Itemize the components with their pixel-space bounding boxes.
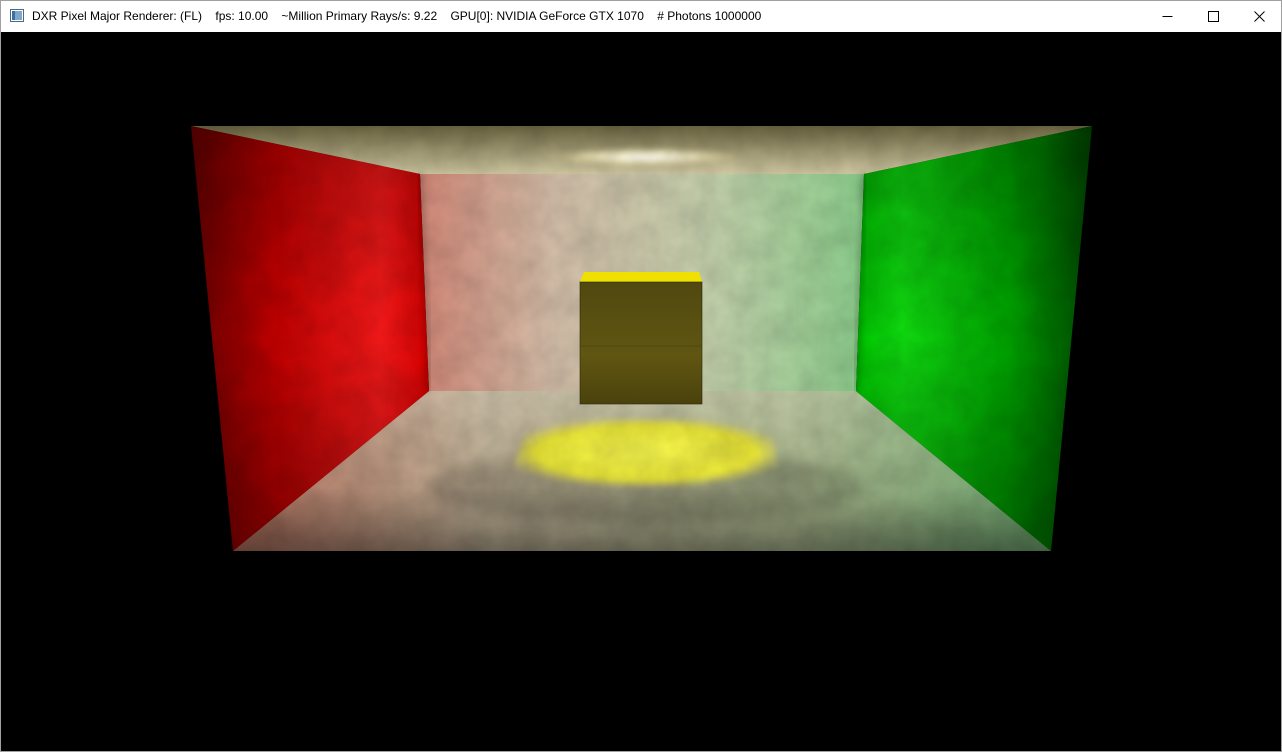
maximize-icon xyxy=(1207,11,1219,22)
close-icon xyxy=(1253,11,1265,22)
title-bar[interactable]: DXR Pixel Major Renderer: (FL) fps: 10.0… xyxy=(1,1,1281,32)
window-title: DXR Pixel Major Renderer: (FL) fps: 10.0… xyxy=(32,9,762,23)
cornell-box-render xyxy=(191,126,1092,551)
app-window: DXR Pixel Major Renderer: (FL) fps: 10.0… xyxy=(0,0,1282,752)
cube-top xyxy=(580,272,702,282)
cube xyxy=(580,282,702,404)
maximize-button[interactable] xyxy=(1190,1,1236,32)
app-window-icon xyxy=(10,9,24,22)
render-viewport[interactable] xyxy=(1,32,1281,751)
close-button[interactable] xyxy=(1236,1,1281,32)
minimize-icon xyxy=(1162,16,1172,17)
minimize-button[interactable] xyxy=(1144,1,1190,32)
